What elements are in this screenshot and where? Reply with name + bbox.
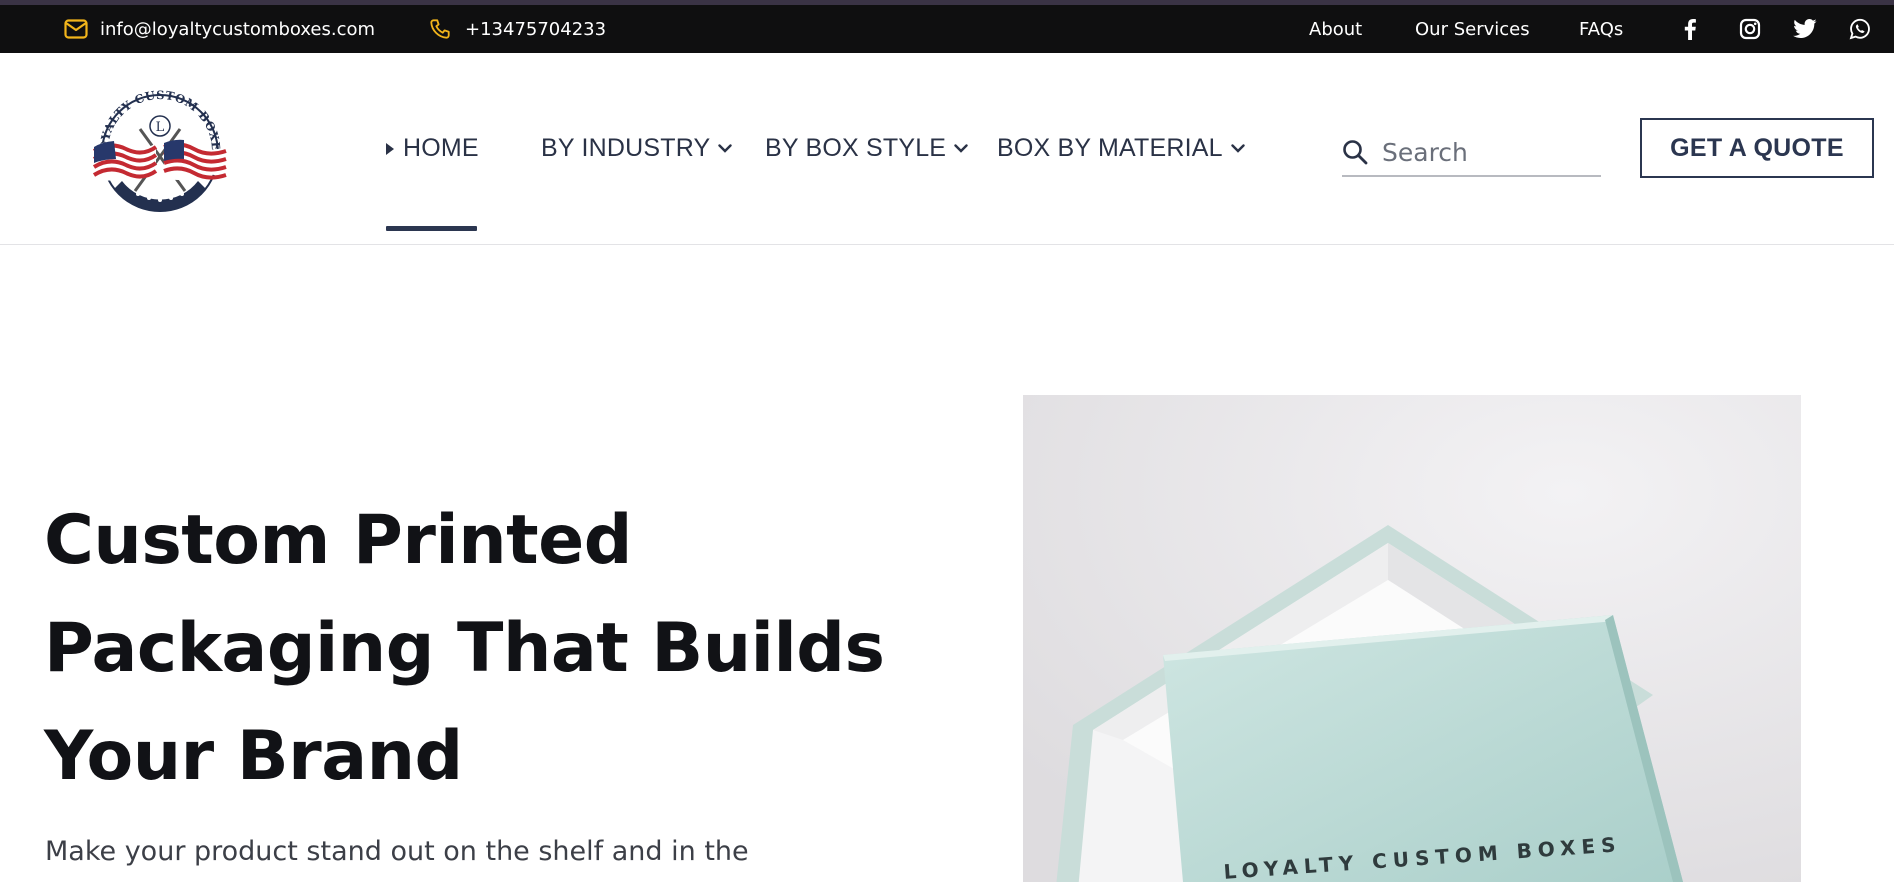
hero-title-line-1: Custom Printed	[44, 501, 632, 580]
our-services-link[interactable]: Our Services	[1415, 5, 1530, 53]
chevron-down-icon	[954, 144, 968, 153]
get-a-quote-button[interactable]: GET A QUOTE	[1640, 118, 1874, 178]
nav-by-industry-label: BY INDUSTRY	[541, 134, 711, 162]
phone-text: +13475704233	[465, 18, 607, 40]
whatsapp-icon[interactable]	[1849, 5, 1871, 53]
instagram-icon[interactable]	[1739, 5, 1761, 53]
about-link[interactable]: About	[1309, 5, 1362, 53]
search-box[interactable]	[1342, 129, 1601, 177]
chevron-down-icon	[718, 144, 733, 153]
nav-by-industry[interactable]: BY INDUSTRY	[541, 53, 733, 244]
hero-title-line-2: Packaging That Builds	[44, 609, 885, 688]
facebook-icon[interactable]	[1683, 5, 1697, 53]
top-bar: info@loyaltycustomboxes.com +13475704233…	[0, 5, 1894, 53]
nav-by-box-style[interactable]: BY BOX STYLE	[765, 53, 968, 244]
search-input[interactable]	[1380, 136, 1594, 168]
search-icon[interactable]	[1342, 139, 1368, 165]
nav-active-marker-icon	[386, 142, 394, 155]
hero-subtitle: Make your product stand out on the shelf…	[45, 836, 749, 867]
phone-link[interactable]: +13475704233	[429, 5, 606, 53]
hero-product-image: LOYALTY CUSTOM BOXES	[1023, 395, 1801, 882]
nav-box-by-material[interactable]: BOX BY MATERIAL	[997, 53, 1245, 244]
email-link[interactable]: info@loyaltycustomboxes.com	[64, 5, 375, 53]
main-navbar: LOYALTY CUSTOM BOXES L	[0, 53, 1894, 245]
hero-title: Custom Printed Packaging That Builds You…	[44, 487, 924, 811]
email-text: info@loyaltycustomboxes.com	[100, 18, 376, 40]
hero-title-line-3: Your Brand	[44, 717, 463, 796]
chevron-down-icon	[1231, 144, 1245, 153]
logo-monogram: L	[156, 120, 165, 135]
nav-by-box-style-label: BY BOX STYLE	[765, 134, 947, 162]
nav-home[interactable]: HOME	[386, 53, 479, 244]
nav-box-by-material-label: BOX BY MATERIAL	[997, 134, 1223, 162]
phone-icon	[429, 18, 451, 40]
nav-home-label: HOME	[403, 134, 479, 162]
brand-logo[interactable]: LOYALTY CUSTOM BOXES L	[76, 68, 240, 219]
mail-icon	[64, 19, 88, 39]
faqs-link[interactable]: FAQs	[1579, 5, 1623, 53]
nav-home-underline	[386, 226, 477, 231]
twitter-icon[interactable]	[1793, 5, 1817, 53]
